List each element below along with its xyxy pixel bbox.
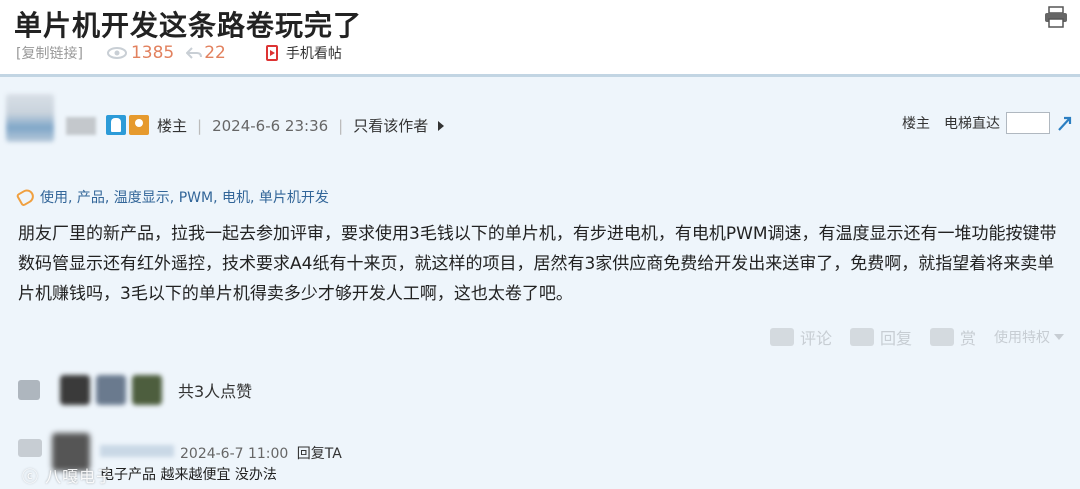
eye-icon — [106, 47, 127, 59]
post-body: 楼主 | 2024-6-6 23:36 | 只看该作者 楼主 电梯直达 使用, … — [0, 74, 1080, 489]
view-count: 1385 — [106, 43, 175, 63]
tag-icon — [15, 186, 37, 208]
tag-list[interactable]: 使用, 产品, 温度显示, PWM, 电机, 单片机开发 — [40, 187, 329, 207]
mobile-view-label: 手机看帖 — [285, 46, 342, 62]
like-count: 共3人点赞 — [178, 382, 253, 401]
reward-button[interactable]: 赏 — [929, 325, 976, 349]
liker-avatar[interactable] — [132, 375, 162, 405]
comment-meta: 2024-6-7 11:00 回复TA — [180, 443, 342, 463]
divider: | — [197, 116, 203, 135]
divider: | — [338, 116, 344, 135]
reply-arrow-icon — [186, 47, 203, 59]
comment-time: 2024-6-7 11:00 — [180, 446, 289, 462]
privilege-label: 使用特权 — [994, 330, 1050, 346]
elevator-label: 电梯直达 — [944, 116, 1000, 132]
mobile-view-link[interactable]: 手机看帖 — [265, 43, 342, 63]
post-content: 朋友厂里的新产品，拉我一起去参加评审，要求使用3毛钱以下的单片机，有步进电机，有… — [18, 224, 1057, 304]
post-info: 楼主 | 2024-6-6 23:36 | 只看该作者 — [157, 115, 445, 136]
liker-avatar[interactable] — [60, 375, 90, 405]
reply-label: 回复 — [879, 329, 912, 348]
comment-bubble-icon — [18, 439, 42, 457]
likes-row: 共3人点赞 — [18, 375, 252, 405]
print-icon[interactable] — [1044, 6, 1068, 28]
mobile-icon — [265, 45, 278, 61]
reward-icon — [929, 328, 954, 346]
post-role: 楼主 — [157, 117, 188, 135]
floor-label: 楼主 — [902, 116, 930, 132]
thread-meta: [复制链接] 1385 22 手机看帖 — [16, 43, 342, 63]
chevron-down-icon — [1054, 334, 1064, 340]
liker-avatar[interactable] — [96, 375, 126, 405]
post-actions: 评论 回复 赏 使用特权 — [752, 325, 1064, 349]
reply-count-value: 22 — [204, 43, 226, 63]
privilege-button[interactable]: 使用特权 — [994, 327, 1064, 347]
triangle-right-icon[interactable] — [438, 120, 445, 131]
user-badge-icon — [106, 115, 126, 135]
thumbs-up-icon[interactable] — [18, 380, 40, 400]
reply-icon — [849, 328, 874, 346]
reply-ta-link[interactable]: 回复TA — [297, 446, 342, 462]
view-count-value: 1385 — [130, 43, 175, 63]
thread-header: 单片机开发这条路卷玩完了 [复制链接] 1385 22 手机看帖 — [0, 0, 1080, 74]
reply-count: 22 — [186, 43, 226, 63]
comment-item: 2024-6-7 11:00 回复TA 电子产品 越来越便宜 没办法 ⓒ 八嘎电… — [18, 433, 1058, 487]
floor-tools: 楼主 电梯直达 — [902, 112, 1074, 134]
comment-button[interactable]: 评论 — [769, 325, 832, 349]
post-tags: 使用, 产品, 温度显示, PWM, 电机, 单片机开发 — [15, 186, 329, 208]
avatar[interactable] — [6, 94, 54, 142]
commenter-name-blurred[interactable] — [100, 445, 174, 457]
post-time: 2024-6-6 23:36 — [212, 116, 329, 135]
username-blurred[interactable] — [66, 117, 96, 135]
comment-label: 评论 — [799, 329, 832, 348]
copy-link[interactable]: [复制链接] — [16, 43, 83, 63]
reward-label: 赏 — [959, 329, 976, 348]
reply-button[interactable]: 回复 — [849, 325, 912, 349]
comment-text: 电子产品 越来越便宜 没办法 — [100, 467, 277, 483]
comment-icon — [769, 328, 794, 346]
author-badge-icon — [129, 115, 149, 135]
only-author-link[interactable]: 只看该作者 — [353, 115, 428, 136]
go-arrow-icon[interactable] — [1056, 114, 1074, 132]
watermark: ⓒ 八嘎电子 — [22, 467, 114, 486]
thread-title: 单片机开发这条路卷玩完了 — [14, 9, 363, 42]
floor-jump-input[interactable] — [1006, 112, 1050, 134]
